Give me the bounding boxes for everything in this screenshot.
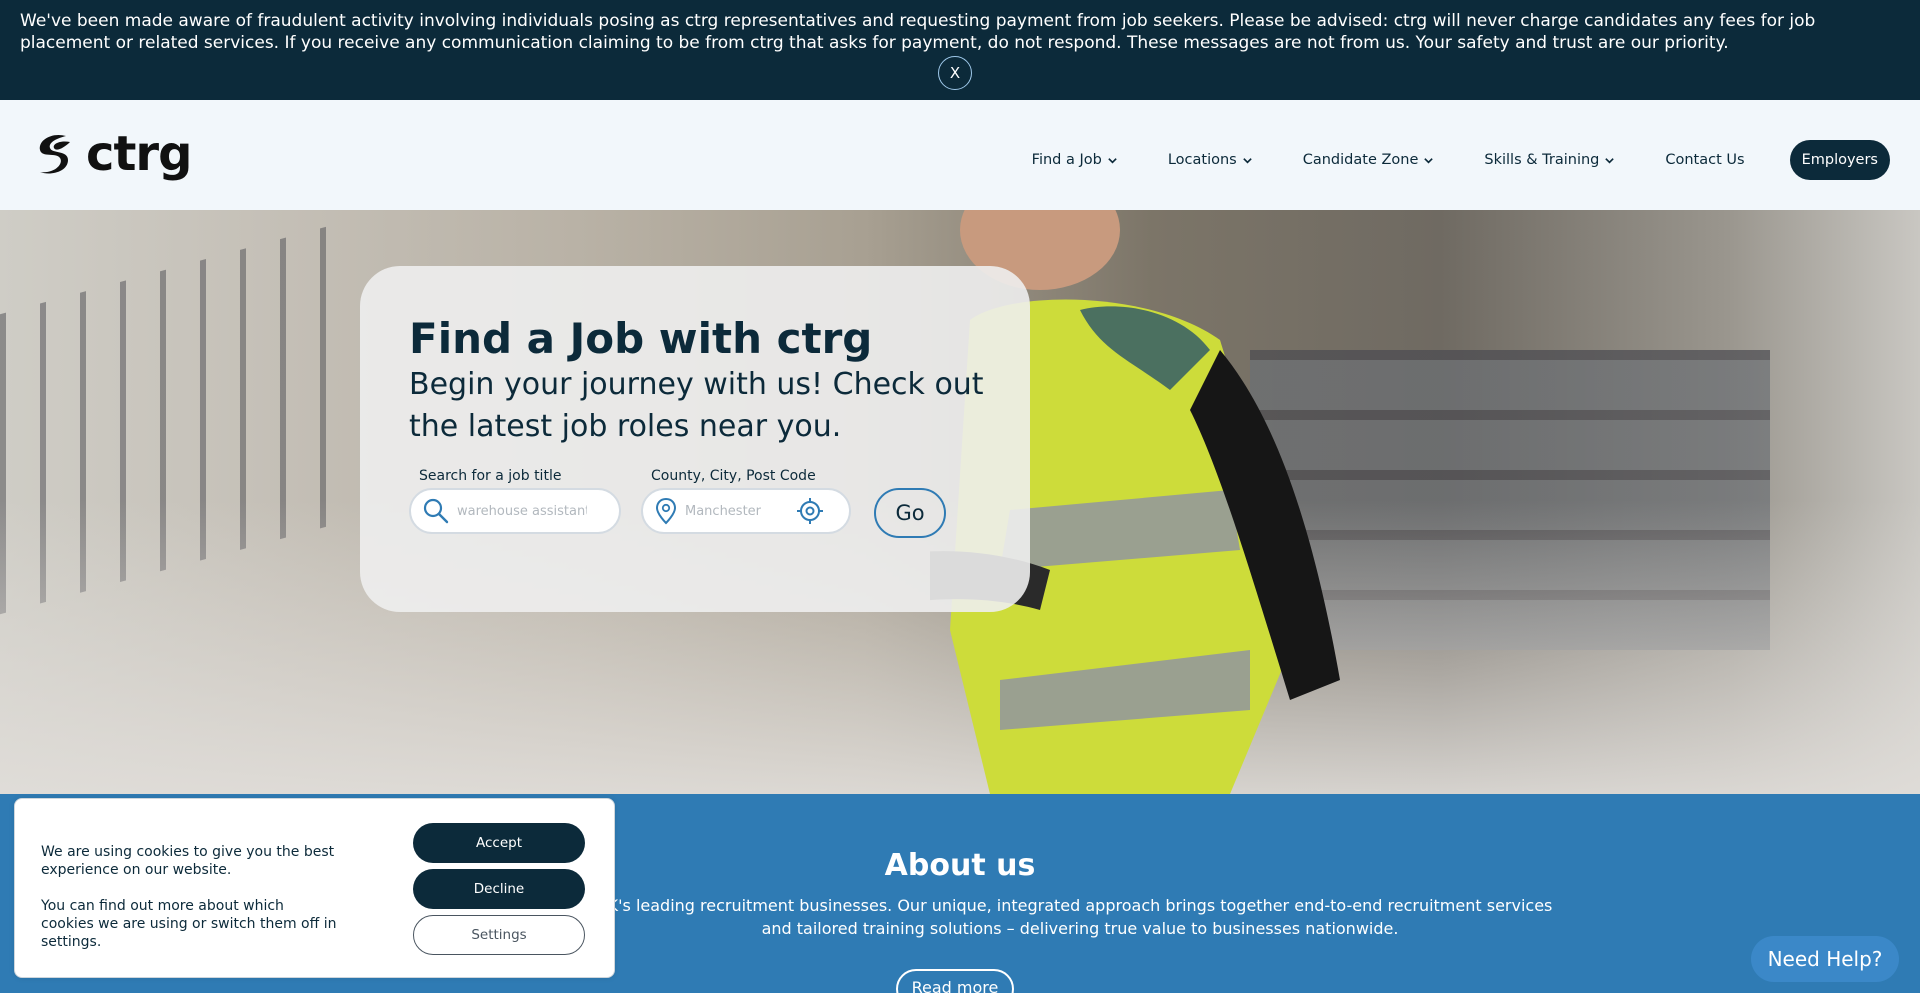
hero-subtitle: Begin your journey with us! Check out th…: [409, 367, 984, 444]
chevron-down-icon: [1242, 157, 1252, 164]
nav-candidate-zone[interactable]: Candidate Zone: [1303, 152, 1435, 168]
location-label: County, City, Post Code: [651, 468, 816, 484]
cookie-settings-button[interactable]: Settings: [413, 915, 585, 955]
hero-title: Find a Job with ctrg: [409, 314, 873, 363]
site-header: ctrg Find a Job Locations Candidate Zone…: [0, 100, 1920, 210]
cookie-accept-button[interactable]: Accept: [413, 823, 585, 863]
nav-label: Candidate Zone: [1302, 152, 1419, 168]
cookie-line-1: We are using cookies to give you the bes…: [41, 844, 335, 878]
about-text: K's leading recruitment businesses. Our …: [607, 896, 1553, 938]
main-nav: Find a Job Locations Candidate Zone Skil…: [982, 140, 1890, 180]
cookie-line-2: You can find out more about which cookie…: [41, 898, 337, 950]
alert-message: We've been made aware of fraudulent acti…: [20, 11, 1816, 53]
chevron-down-icon: [1108, 157, 1117, 164]
read-more-button[interactable]: Read more: [896, 969, 1014, 993]
cookie-decline-button[interactable]: Decline: [413, 869, 585, 909]
chevron-down-icon: [1424, 157, 1434, 164]
search-icon: [423, 498, 449, 524]
job-title-field[interactable]: [409, 488, 621, 534]
nav-label: Locations: [1167, 152, 1237, 168]
nav-label: Skills & Training: [1484, 152, 1600, 168]
logo-text: ctrg: [86, 126, 192, 182]
nav-find-a-job[interactable]: Find a Job: [1032, 152, 1118, 168]
nav-skills-training[interactable]: Skills & Training: [1484, 152, 1615, 168]
nav-label: Find a Job: [1031, 152, 1102, 168]
fraud-alert-banner: We've been made aware of fraudulent acti…: [0, 0, 1920, 100]
logo[interactable]: ctrg: [30, 126, 192, 182]
cookie-banner: We are using cookies to give you the bes…: [14, 798, 615, 978]
ctrg-logo-icon: [39, 134, 70, 174]
hero-section: Find a Job with ctrg Begin your journey …: [0, 210, 1920, 794]
map-pin-icon: [655, 497, 677, 525]
need-help-button[interactable]: Need Help?: [1751, 936, 1899, 982]
go-button[interactable]: Go: [874, 488, 946, 538]
location-input[interactable]: [685, 503, 795, 519]
nav-label: Contact Us: [1665, 152, 1745, 168]
job-title-input[interactable]: [457, 503, 587, 519]
chevron-down-icon: [1605, 157, 1615, 164]
cookie-message: We are using cookies to give you the bes…: [41, 843, 341, 951]
employers-button[interactable]: Employers: [1789, 140, 1890, 180]
job-search-card: Find a Job with ctrg Begin your journey …: [360, 266, 1030, 612]
location-field[interactable]: [641, 488, 851, 534]
nav-locations[interactable]: Locations: [1168, 152, 1253, 168]
alert-close-button[interactable]: X: [938, 56, 972, 90]
nav-contact-us[interactable]: Contact Us: [1665, 152, 1744, 168]
job-title-label: Search for a job title: [419, 468, 562, 484]
crosshair-location-icon[interactable]: [795, 496, 825, 526]
